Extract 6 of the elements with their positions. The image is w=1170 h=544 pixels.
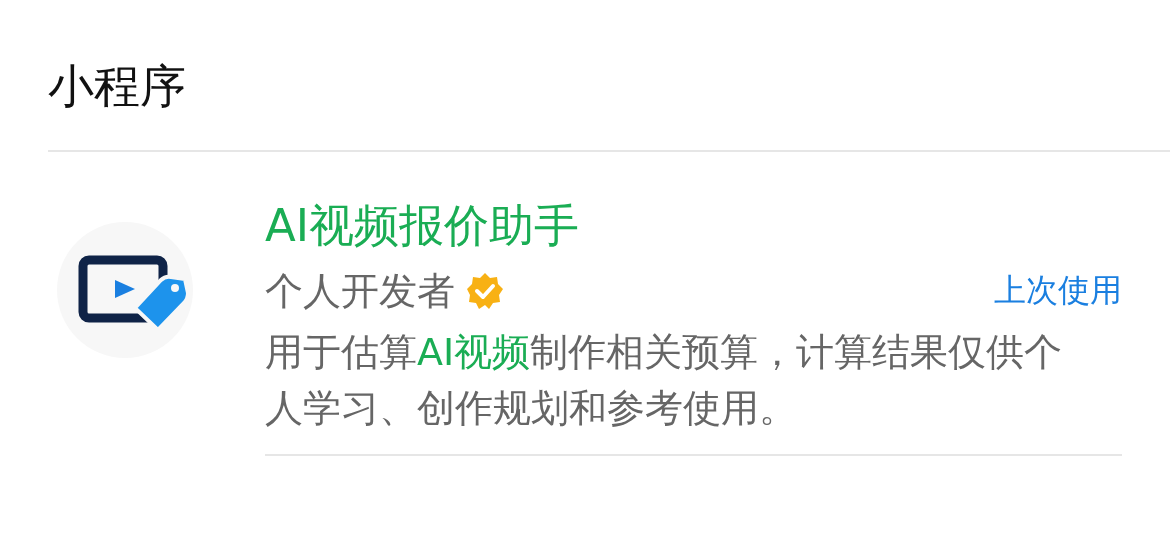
developer-label: 个人开发者: [265, 267, 455, 315]
recently-used-label: 上次使用: [994, 270, 1122, 311]
description-text: 用于估算AI视频制作相关预算，计算结果仅供个人学习、创作规划和参考使用。: [265, 329, 1064, 432]
app-logo-icon[interactable]: [57, 222, 193, 358]
mini-program-name[interactable]: AI视频报价助手: [265, 196, 1122, 256]
section-title: 小程序: [48, 59, 186, 113]
